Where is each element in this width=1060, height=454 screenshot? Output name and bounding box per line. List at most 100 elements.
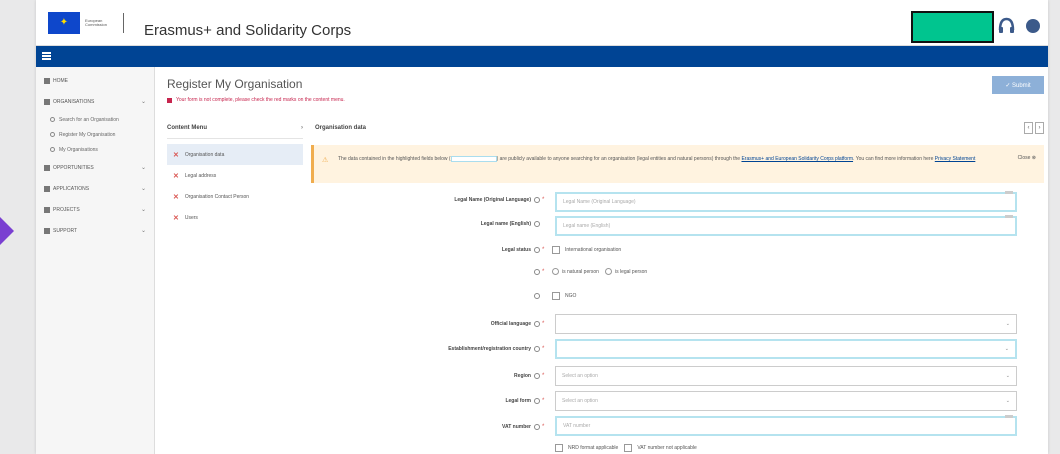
info-icon[interactable] bbox=[534, 373, 540, 379]
sidebar-item-label: PROJECTS bbox=[53, 206, 80, 213]
row-person-type: * is natural person is legal person bbox=[311, 268, 653, 275]
menu-icon[interactable] bbox=[42, 52, 51, 60]
warning-icon: ⚠ bbox=[322, 157, 329, 164]
field-label: Establishment/registration country bbox=[448, 346, 531, 352]
checkbox[interactable] bbox=[624, 444, 633, 452]
sidebar-item-projects[interactable]: PROJECTS ⌄ bbox=[36, 199, 154, 220]
content-menu-item-contact-person[interactable]: ✕ Organisation Contact Person bbox=[167, 186, 303, 207]
row-vat: VAT number * bbox=[311, 424, 546, 430]
info-icon[interactable] bbox=[534, 197, 540, 203]
sidebar-subitem-register[interactable]: Register My Organisation bbox=[36, 127, 154, 142]
platform-link[interactable]: Erasmus+ and European Solidarity Corps p… bbox=[741, 156, 853, 162]
legal-person-option[interactable]: is legal person bbox=[604, 268, 647, 275]
checkbox[interactable] bbox=[552, 292, 560, 300]
sidebar-item-opportunities[interactable]: OPPORTUNITIES ⌄ bbox=[36, 157, 154, 178]
chevron-down-icon: ⌄ bbox=[140, 207, 146, 213]
radio[interactable] bbox=[552, 268, 559, 275]
sidebar-subitem-search[interactable]: Search for an Organisation bbox=[36, 112, 154, 127]
row-legal-name-english: Legal name (English) bbox=[311, 221, 546, 227]
sidebar: HOME ORGANISATIONS ⌄ Search for an Organi… bbox=[36, 67, 155, 454]
content-menu-item-users[interactable]: ✕ Users bbox=[167, 207, 303, 228]
error-x-icon: ✕ bbox=[173, 214, 179, 222]
info-icon[interactable] bbox=[534, 398, 540, 404]
info-icon[interactable] bbox=[534, 268, 540, 275]
international-org-option[interactable]: International organisation bbox=[552, 246, 621, 254]
select-placeholder: Select an option bbox=[562, 398, 598, 404]
info-icon[interactable] bbox=[534, 293, 540, 299]
legal-name-original-input[interactable]: Legal Name (Original Language) bbox=[555, 191, 1017, 212]
natural-person-option[interactable]: is natural person bbox=[552, 268, 599, 275]
chevron-down-icon: ⌄ bbox=[140, 165, 146, 171]
chevron-right-icon[interactable]: › bbox=[301, 125, 303, 131]
select-placeholder: Select an option bbox=[562, 373, 598, 379]
info-icon[interactable] bbox=[534, 321, 540, 327]
help-icon bbox=[44, 227, 50, 234]
form-section-title: Organisation data bbox=[315, 125, 367, 131]
checkbox[interactable] bbox=[552, 246, 560, 254]
country-select[interactable]: ⌄ bbox=[555, 339, 1017, 359]
info-icon[interactable] bbox=[534, 424, 540, 430]
privacy-statement-link[interactable]: Privacy Statement bbox=[935, 156, 976, 162]
option-label: VAT number not applicable bbox=[637, 445, 697, 451]
chevron-down-icon: ⌄ bbox=[1005, 398, 1010, 404]
document-icon bbox=[44, 185, 50, 192]
required-marker: * bbox=[542, 373, 545, 379]
sidebar-item-applications[interactable]: APPLICATIONS ⌄ bbox=[36, 178, 154, 199]
circle-icon bbox=[50, 117, 55, 122]
nrd-format-option[interactable]: NRD format applicable bbox=[555, 444, 618, 452]
prev-icon[interactable]: ‹ bbox=[1024, 122, 1033, 134]
sidebar-item-organisations[interactable]: ORGANISATIONS ⌄ bbox=[36, 91, 154, 112]
sidebar-item-label: APPLICATIONS bbox=[53, 185, 90, 192]
sidebar-item-support[interactable]: SUPPORT ⌄ bbox=[36, 220, 154, 241]
required-marker: * bbox=[542, 424, 545, 430]
page-title: Register My Organisation bbox=[167, 77, 303, 91]
official-language-select[interactable]: ⌄ bbox=[555, 314, 1017, 334]
eu-flag-icon: ✦ bbox=[48, 12, 80, 34]
counter-badge bbox=[1005, 191, 1013, 194]
submit-button[interactable]: ✓ Submit bbox=[992, 76, 1044, 94]
pointer-arrow bbox=[0, 217, 14, 245]
content-menu-item-label: Users bbox=[184, 214, 198, 221]
user-icon[interactable] bbox=[998, 16, 1015, 34]
content-menu-item-label: Legal address bbox=[184, 172, 217, 179]
sidebar-subitem-my-organisations[interactable]: My Organisations bbox=[36, 142, 154, 157]
sidebar-item-home[interactable]: HOME bbox=[36, 70, 154, 91]
radio[interactable] bbox=[604, 268, 612, 275]
sidebar-item-label: HOME bbox=[53, 77, 68, 84]
chevron-down-icon: ⌄ bbox=[1005, 321, 1010, 327]
content-menu-item-organisation-data[interactable]: ✕ Organisation data bbox=[167, 144, 303, 165]
vat-not-applicable-option[interactable]: VAT number not applicable bbox=[624, 444, 697, 452]
chevron-down-icon: ⌄ bbox=[140, 99, 146, 105]
warning-text: The data contained in the highlighted fi… bbox=[338, 156, 451, 162]
eu-logo[interactable]: ✦ European Commission bbox=[48, 12, 124, 34]
main-content: Register My Organisation Your form is no… bbox=[155, 67, 1048, 454]
vat-number-input[interactable]: VAT number bbox=[555, 415, 1017, 436]
option-label: is natural person bbox=[562, 268, 599, 275]
option-label: NRD format applicable bbox=[568, 445, 619, 451]
info-icon[interactable] bbox=[534, 247, 540, 253]
eu-logo-text: European Commission bbox=[85, 17, 108, 27]
region-select[interactable]: Select an option ⌄ bbox=[555, 366, 1017, 386]
field-label: Legal Name (Original Language) bbox=[454, 197, 531, 203]
error-x-icon: ✕ bbox=[173, 172, 179, 180]
field-label: Legal status bbox=[501, 247, 531, 253]
ngo-option[interactable]: NGO bbox=[552, 292, 576, 300]
content-menu-header: Content Menu › bbox=[167, 117, 303, 139]
globe-icon[interactable] bbox=[1026, 19, 1040, 33]
top-header: ✦ European Commission Erasmus+ and Solid… bbox=[36, 0, 1048, 46]
logo-separator bbox=[123, 13, 124, 33]
next-icon[interactable]: › bbox=[1035, 122, 1044, 134]
legal-form-select[interactable]: Select an option ⌄ bbox=[555, 391, 1017, 411]
close-button[interactable]: Close ⊗ bbox=[1018, 154, 1036, 162]
field-label: Region bbox=[514, 373, 531, 379]
error-text: Your form is not complete, please check … bbox=[176, 97, 345, 103]
row-official-language: Official language * bbox=[311, 321, 546, 327]
checkbox[interactable] bbox=[555, 444, 563, 452]
info-icon[interactable] bbox=[534, 346, 540, 352]
counter-badge bbox=[1005, 415, 1013, 418]
info-icon[interactable] bbox=[534, 221, 540, 227]
row-region: Region * bbox=[311, 373, 546, 379]
chevron-down-icon: ⌄ bbox=[140, 228, 146, 234]
content-menu-item-legal-address[interactable]: ✕ Legal address bbox=[167, 165, 303, 186]
legal-name-english-input[interactable]: Legal name (English) bbox=[555, 215, 1017, 236]
